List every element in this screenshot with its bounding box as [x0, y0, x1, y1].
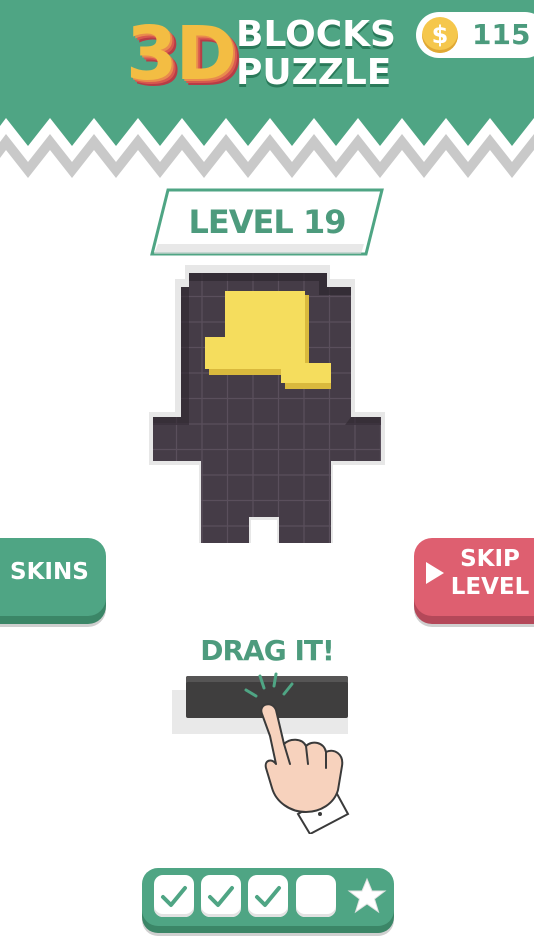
logo-line-blocks: BLOCKS	[236, 14, 396, 55]
progress-slot-2	[201, 875, 241, 917]
checkmark-icon	[255, 886, 281, 907]
pointing-hand-icon	[244, 672, 350, 834]
play-icon	[426, 562, 444, 584]
coin-dollar-icon: $	[422, 17, 458, 53]
skins-button-label: SKINS	[10, 559, 89, 585]
progress-slot-3	[248, 875, 288, 917]
progress-slot-1	[154, 875, 194, 917]
skip-label-line2: LEVEL	[450, 574, 530, 600]
skip-label-line1: SKIP	[460, 546, 520, 572]
logo-line-puzzle: PUZZLE	[236, 52, 392, 93]
checkmark-icon	[208, 886, 234, 907]
level-title: LEVEL 19	[188, 203, 347, 241]
logo-title: BLOCKS PUZZLE	[236, 16, 414, 92]
puzzle-board[interactable]	[145, 265, 390, 550]
progress-slot-4	[296, 875, 336, 917]
skip-level-label: SKIP LEVEL	[446, 545, 534, 601]
star-icon	[347, 877, 387, 914]
logo-3d: 3D	[126, 11, 237, 97]
checkmark-icon	[161, 886, 187, 907]
coin-count: 115	[472, 18, 531, 51]
